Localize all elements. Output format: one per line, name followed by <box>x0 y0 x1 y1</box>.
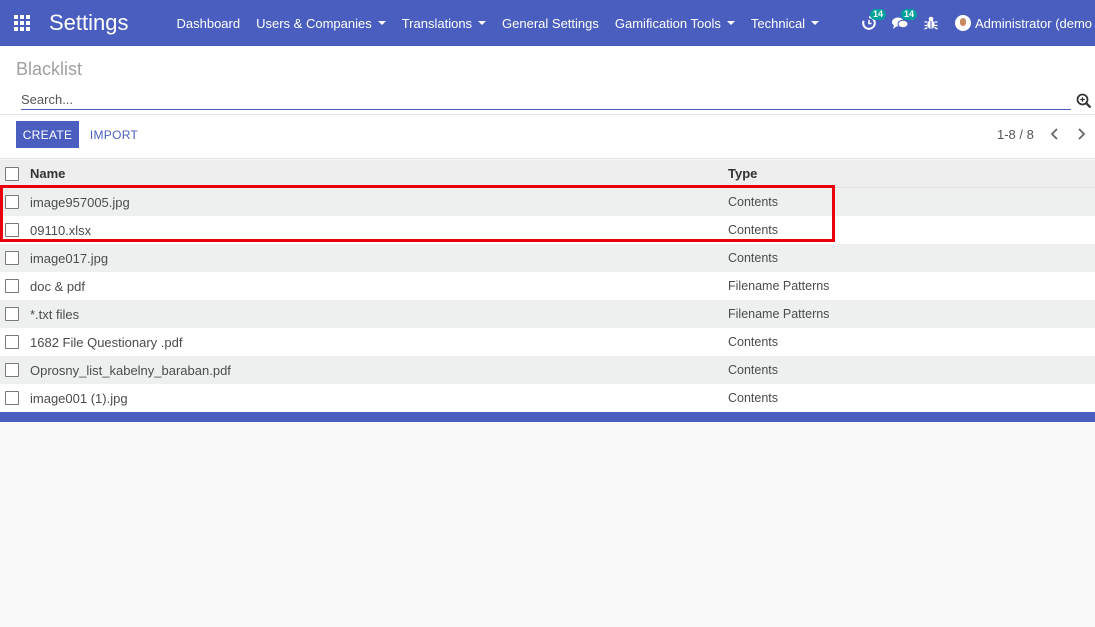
row-name: doc & pdf <box>30 278 85 294</box>
table-footer <box>0 412 1095 422</box>
apps-grid-icon <box>14 15 30 31</box>
row-type: Contents <box>728 391 779 405</box>
top-menu: Dashboard Users & Companies Translations… <box>177 16 836 31</box>
menu-general-settings[interactable]: General Settings <box>502 16 599 31</box>
row-name: 1682 File Questionary .pdf <box>30 334 183 350</box>
menu-gamification-tools-label: Gamification Tools <box>614 15 721 31</box>
column-header-name[interactable]: Name <box>30 166 728 181</box>
row-checkbox[interactable] <box>5 195 19 209</box>
activity-count-badge: 14 <box>869 9 886 20</box>
table-row[interactable]: 09110.xlsx Contents <box>0 216 1095 244</box>
menu-general-settings-label: General Settings <box>502 15 599 31</box>
table-row[interactable]: *.txt files Filename Patterns <box>0 300 1095 328</box>
table-row[interactable]: doc & pdf Filename Patterns <box>0 272 1095 300</box>
row-checkbox[interactable] <box>5 279 19 293</box>
table-row[interactable]: 1682 File Questionary .pdf Contents <box>0 328 1095 356</box>
menu-technical-label: Technical <box>750 15 806 31</box>
row-name: image957005.jpg <box>30 194 130 210</box>
row-checkbox[interactable] <box>5 223 19 237</box>
row-checkbox[interactable] <box>5 363 19 377</box>
row-type: Contents <box>728 251 779 265</box>
breadcrumb: Blacklist <box>16 59 83 79</box>
row-checkbox[interactable] <box>5 307 19 321</box>
debug-bug-icon <box>924 16 938 30</box>
chevron-left-icon[interactable] <box>1049 127 1061 141</box>
user-menu[interactable]: Administrator (demo <box>955 15 1092 31</box>
menu-dashboard[interactable]: Dashboard <box>177 16 241 31</box>
column-header-type[interactable]: Type <box>728 166 757 181</box>
messages-button[interactable]: 14 <box>889 9 917 34</box>
table-row[interactable]: Oprosny_list_kabelny_baraban.pdf Contents <box>0 356 1095 384</box>
messages-count-badge: 14 <box>900 9 917 20</box>
select-all-checkbox[interactable] <box>5 166 19 181</box>
search-input[interactable] <box>21 90 1071 109</box>
blacklist-table: Name Type image957005.jpg Contents 09110.… <box>0 160 1095 412</box>
row-name: image017.jpg <box>30 250 109 266</box>
row-checkbox[interactable] <box>5 391 19 405</box>
menu-translations[interactable]: Translations <box>401 15 487 31</box>
systray: 14 14 Administrator (demo <box>858 0 1092 46</box>
control-panel: Blacklist CREATE IMPORT 1-8 / 8 <box>0 46 1095 159</box>
pager-value[interactable]: 1-8 / 8 <box>997 127 1034 142</box>
main-navbar: Settings Dashboard Users & Companies Tra… <box>0 0 1095 46</box>
row-type: Contents <box>728 335 779 349</box>
app-title: Settings <box>49 10 129 35</box>
activity-button[interactable]: 14 <box>858 9 886 34</box>
row-type: Filename Patterns <box>728 279 830 293</box>
menu-gamification-tools[interactable]: Gamification Tools <box>615 16 735 31</box>
user-name: Administrator (demo <box>975 15 1093 31</box>
create-button[interactable]: CREATE <box>16 121 79 148</box>
search-zoom-icon[interactable] <box>1076 93 1092 109</box>
table-header: Name Type <box>0 160 1095 188</box>
table-row[interactable]: image017.jpg Contents <box>0 244 1095 272</box>
menu-dashboard-label: Dashboard <box>176 15 241 31</box>
menu-users-companies[interactable]: Users & Companies <box>256 16 386 31</box>
menu-technical[interactable]: Technical <box>750 15 820 31</box>
row-type: Contents <box>728 195 779 209</box>
row-name: image001 (1).jpg <box>30 390 128 406</box>
row-name: Oprosny_list_kabelny_baraban.pdf <box>30 362 231 378</box>
caret-down-icon <box>478 21 487 25</box>
row-type: Contents <box>728 223 779 237</box>
caret-down-icon <box>377 21 386 25</box>
table-row[interactable]: image957005.jpg Contents <box>0 188 1095 216</box>
row-name: 09110.xlsx <box>30 222 92 238</box>
row-type: Filename Patterns <box>728 307 830 321</box>
divider <box>0 114 1095 115</box>
menu-users-companies-label: Users & Companies <box>256 15 372 31</box>
row-checkbox[interactable] <box>5 251 19 265</box>
apps-menu-button[interactable] <box>0 0 44 46</box>
import-button[interactable]: IMPORT <box>84 121 144 148</box>
row-type: Contents <box>728 363 779 377</box>
row-name: *.txt files <box>30 306 80 322</box>
avatar <box>955 15 971 31</box>
menu-translations-label: Translations <box>401 15 473 31</box>
caret-down-icon <box>726 21 735 25</box>
chevron-right-icon[interactable] <box>1075 127 1087 141</box>
row-checkbox[interactable] <box>5 335 19 349</box>
debug-button[interactable] <box>920 12 942 34</box>
caret-down-icon <box>811 21 820 25</box>
table-body: image957005.jpg Contents 09110.xlsx Conten… <box>0 188 1095 412</box>
search-bar <box>21 90 1071 110</box>
table-row[interactable]: image001 (1).jpg Contents <box>0 384 1095 412</box>
